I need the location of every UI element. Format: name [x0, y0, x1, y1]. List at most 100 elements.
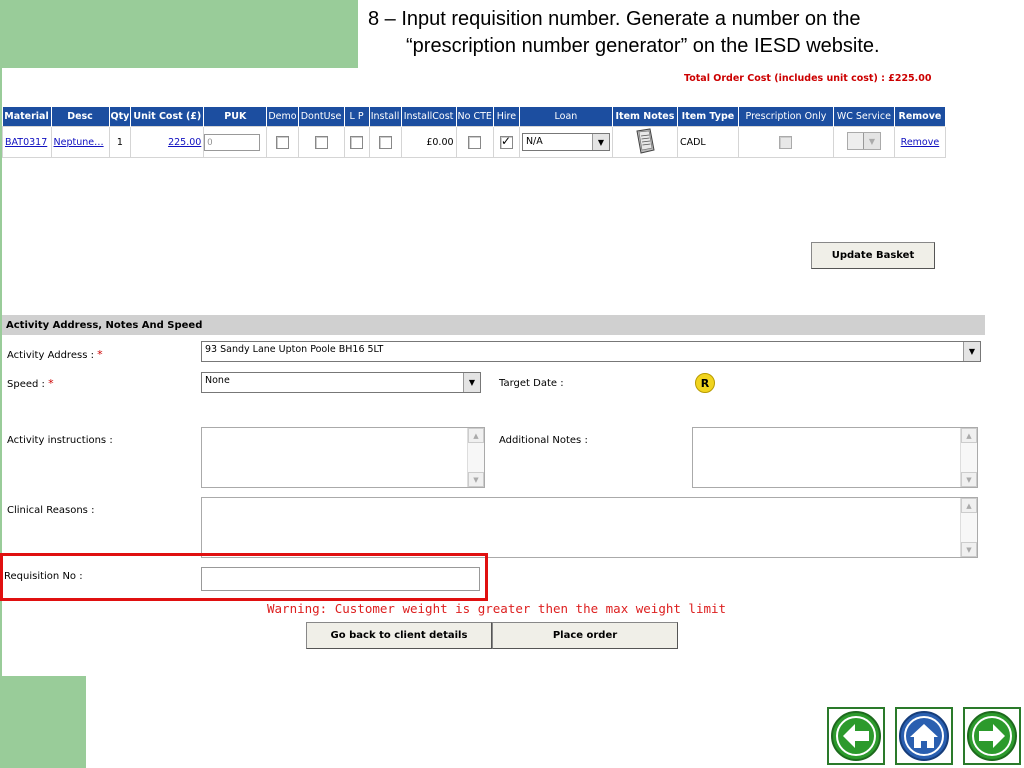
dontuse-checkbox[interactable]	[314, 135, 328, 149]
activity-section-header: Activity Address, Notes And Speed	[2, 315, 985, 335]
notes-icon[interactable]	[634, 127, 656, 154]
col-unit-cost[interactable]: Unit Cost (£)	[130, 107, 205, 127]
col-desc[interactable]: Desc	[51, 107, 110, 127]
demo-checkbox[interactable]	[275, 135, 289, 149]
home-nav-button[interactable]	[895, 707, 953, 765]
wc-service-cell: ▼	[832, 126, 895, 158]
col-prescription-only: Prescription Only	[738, 107, 834, 127]
table-row: BAT0317 Neptune… 1 225.00 £0.00 N/A ▼	[2, 126, 946, 158]
home-icon	[899, 711, 949, 761]
speed-select[interactable]: None ▼	[201, 372, 481, 393]
prescription-only-cell	[737, 126, 834, 158]
col-material[interactable]: Material	[2, 107, 52, 127]
lp-checkbox[interactable]	[350, 135, 364, 149]
col-install-cost: InstallCost	[401, 107, 457, 127]
slide-title-line-1: 8 – Input requisition number. Generate a…	[368, 8, 861, 30]
activity-instructions-label: Activity instructions :	[7, 435, 113, 446]
speed-label: Speed : *	[7, 377, 54, 390]
slide-title-line-2: “prescription number generator” on the I…	[406, 35, 880, 57]
requisition-label: Requisition No :	[4, 571, 83, 582]
place-order-button[interactable]: Place order	[492, 622, 678, 649]
scrollbar[interactable]: ▲ ▼	[960, 498, 977, 557]
required-asterisk: *	[48, 377, 54, 390]
clinical-reasons-textarea[interactable]: ▲ ▼	[201, 497, 978, 558]
basket-header-row: Material Desc Qty Unit Cost (£) PUK Demo…	[2, 107, 946, 127]
arrow-left-icon	[831, 711, 881, 761]
loan-cell: N/A ▼	[518, 126, 613, 158]
material-link[interactable]: BAT0317	[5, 137, 47, 148]
activity-address-label: Activity Address : *	[7, 348, 103, 361]
speed-value: None	[205, 375, 230, 386]
col-loan: Loan	[519, 107, 613, 127]
prescription-only-checkbox[interactable]	[779, 135, 793, 149]
loan-value: N/A	[525, 136, 543, 147]
update-basket-button[interactable]: Update Basket	[811, 242, 935, 269]
col-demo: Demo	[266, 107, 299, 127]
wc-service-select[interactable]: ▼	[846, 132, 881, 150]
col-item-type: Item Type	[677, 107, 739, 127]
remove-link[interactable]: Remove	[901, 137, 940, 148]
item-notes-cell	[611, 126, 678, 158]
hire-checkbox[interactable]	[499, 134, 513, 149]
arrow-right-icon	[967, 711, 1017, 761]
col-qty[interactable]: Qty	[109, 107, 132, 127]
dontuse-cell	[297, 126, 345, 158]
weight-warning: Warning: Customer weight is greater then…	[267, 601, 727, 616]
required-asterisk: *	[97, 348, 103, 361]
activity-instructions-textarea[interactable]: ▲ ▼	[201, 427, 485, 488]
bottom-accent-block	[0, 676, 86, 768]
install-cost-cell: £0.00	[400, 126, 457, 158]
scroll-up-icon[interactable]: ▲	[961, 498, 977, 513]
scrollbar[interactable]: ▲ ▼	[467, 428, 484, 487]
chevron-down-icon: ▼	[463, 373, 480, 392]
col-no-cte: No CTE	[456, 107, 494, 127]
activity-address-value: 93 Sandy Lane Upton Poole BH16 5LT	[205, 344, 384, 355]
remove-cell: Remove	[893, 126, 946, 158]
scroll-down-icon[interactable]: ▼	[961, 472, 977, 487]
target-date-label: Target Date :	[499, 378, 564, 389]
scroll-up-icon[interactable]: ▲	[961, 428, 977, 443]
install-cell	[368, 126, 402, 158]
scrollbar[interactable]: ▲ ▼	[960, 428, 977, 487]
col-item-notes: Item Notes	[612, 107, 678, 127]
unit-cost-cell: 225.00	[130, 126, 205, 158]
desc-link[interactable]: Neptune…	[54, 137, 104, 148]
col-remove: Remove	[894, 107, 946, 127]
col-puk[interactable]: PUK	[203, 107, 268, 127]
col-install: Install	[369, 107, 402, 127]
col-wc-service: WC Service	[833, 107, 895, 127]
scroll-up-icon[interactable]: ▲	[468, 428, 484, 443]
activity-address-select[interactable]: 93 Sandy Lane Upton Poole BH16 5LT ▼	[201, 341, 981, 362]
no-cte-cell	[455, 126, 494, 158]
back-nav-button[interactable]	[827, 707, 885, 765]
qty-cell: 1	[108, 126, 132, 158]
top-accent-block	[0, 0, 358, 68]
desc-cell: Neptune…	[50, 126, 110, 158]
calendar-r-icon[interactable]: R	[695, 373, 715, 393]
scroll-down-icon[interactable]: ▼	[468, 472, 484, 487]
go-back-button[interactable]: Go back to client details	[306, 622, 492, 649]
chevron-down-icon: ▼	[591, 134, 609, 150]
clinical-reasons-label: Clinical Reasons :	[7, 505, 95, 516]
loan-select[interactable]: N/A ▼	[521, 133, 610, 151]
chevron-down-icon: ▼	[963, 342, 980, 361]
forward-nav-button[interactable]	[963, 707, 1021, 765]
item-type-cell: CADL	[676, 126, 739, 158]
additional-notes-label: Additional Notes :	[499, 435, 588, 446]
col-lp: L P	[344, 107, 370, 127]
slide-title: 8 – Input requisition number. Generate a…	[362, 6, 1022, 60]
unit-cost-link[interactable]: 225.00	[168, 137, 201, 148]
chevron-down-icon: ▼	[862, 133, 880, 149]
requisition-input[interactable]	[201, 567, 480, 591]
material-cell: BAT0317	[2, 126, 52, 158]
install-checkbox[interactable]	[378, 135, 392, 149]
puk-cell	[203, 126, 268, 158]
basket-table: Material Desc Qty Unit Cost (£) PUK Demo…	[2, 107, 946, 158]
scroll-down-icon[interactable]: ▼	[961, 542, 977, 557]
additional-notes-textarea[interactable]: ▲ ▼	[692, 427, 978, 488]
demo-cell	[266, 126, 299, 158]
puk-input[interactable]	[204, 133, 261, 151]
no-cte-checkbox[interactable]	[468, 135, 482, 149]
hire-cell	[492, 126, 520, 158]
col-hire: Hire	[493, 107, 520, 127]
